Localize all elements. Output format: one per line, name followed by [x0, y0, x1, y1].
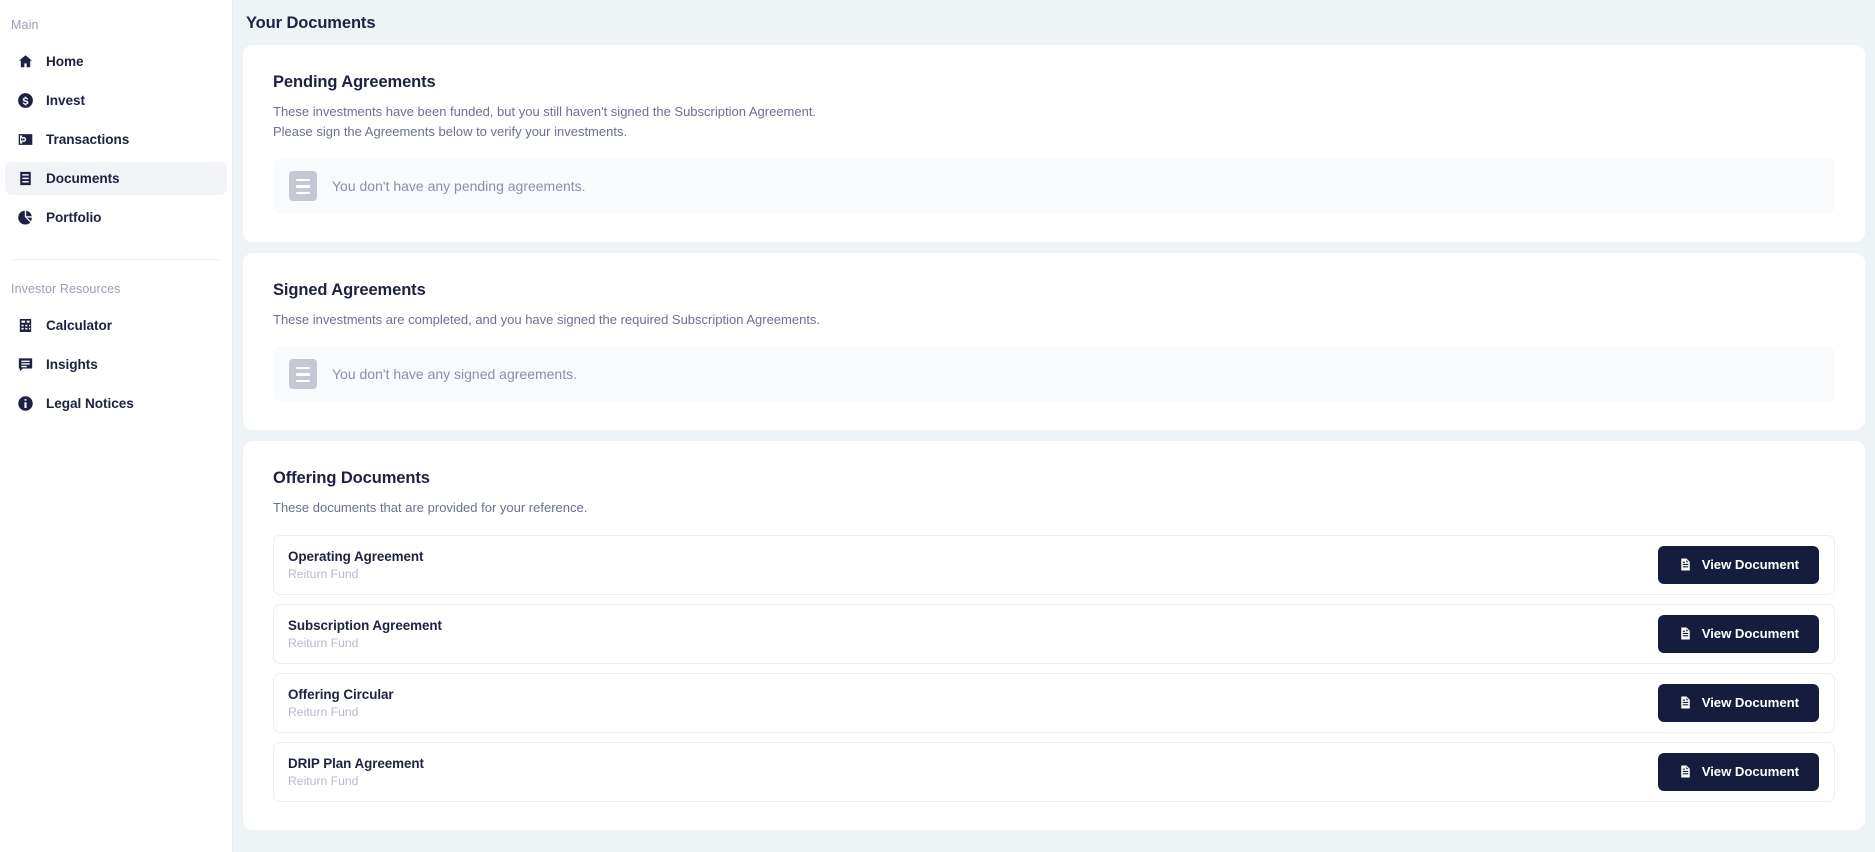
offering-documents-title: Offering Documents — [273, 469, 430, 488]
view-document-button-label: View Document — [1701, 557, 1799, 573]
home-icon — [17, 53, 34, 70]
document-row: Operating Agreement Reiturn Fund View Docu… — [273, 534, 1835, 595]
document-meta: DRIP Plan Agreement Reiturn Fund — [288, 756, 424, 788]
sidebar-item-label-transactions: Transactions — [46, 132, 130, 147]
document-name: DRIP Plan Agreement — [288, 755, 424, 771]
sidebar-item-portfolio[interactable]: Portfolio — [5, 201, 227, 234]
sidebar-item-home[interactable]: Home — [5, 45, 227, 78]
sidebar-item-documents[interactable]: Documents — [5, 162, 227, 195]
sidebar-item-label-calculator: Calculator — [46, 318, 112, 333]
document-name: Subscription Agreement — [288, 617, 442, 633]
transactions-icon — [17, 131, 34, 148]
sidebar-section-label-investor-resources: Investor Resources — [11, 282, 121, 296]
sidebar-section-label-main: Main — [11, 18, 39, 32]
sidebar-item-label-invest: Invest — [46, 93, 85, 108]
view-document-button[interactable]: View Document — [1657, 752, 1819, 791]
document-fund: Reiturn Fund — [288, 704, 359, 719]
sidebar-item-legal-notices[interactable]: Legal Notices — [5, 387, 227, 420]
offering-documents-list: Operating Agreement Reiturn Fund View Docu… — [273, 534, 1835, 802]
sidebar-item-label-insights: Insights — [46, 357, 98, 372]
document-fund: Reiturn Fund — [288, 566, 359, 581]
sidebar-item-label-home: Home — [46, 54, 84, 69]
document-meta: Offering Circular Reiturn Fund — [288, 687, 394, 719]
view-document-button-label: View Document — [1701, 764, 1799, 780]
documents-icon — [17, 170, 34, 187]
document-name: Operating Agreement — [288, 548, 424, 564]
document-row: DRIP Plan Agreement Reiturn Fund View Docu… — [273, 741, 1835, 802]
info-icon — [17, 395, 34, 412]
sidebar-item-label-portfolio: Portfolio — [46, 210, 102, 225]
pending-agreements-empty-text: You don't have any pending agreements. — [332, 178, 586, 195]
sidebar-item-invest[interactable]: Invest — [5, 84, 227, 117]
main-content: Your Documents Pending Agreements These … — [233, 0, 1875, 852]
view-document-button[interactable]: View Document — [1657, 545, 1819, 584]
calculator-icon — [17, 317, 34, 334]
document-meta: Subscription Agreement Reiturn Fund — [288, 618, 442, 650]
chat-icon — [17, 356, 34, 373]
sidebar: Main Home Invest Transactions Documents … — [0, 0, 233, 852]
signed-agreements-empty-text: You don't have any signed agreements. — [332, 366, 577, 383]
view-document-button[interactable]: View Document — [1657, 614, 1819, 653]
pending-agreements-description-line2: Please sign the Agreements below to veri… — [273, 124, 628, 140]
pending-agreements-title: Pending Agreements — [273, 73, 436, 91]
view-document-button-label: View Document — [1701, 695, 1799, 711]
pending-agreements-description-line1: These investments have been funded, but … — [273, 104, 817, 119]
sidebar-divider — [13, 259, 219, 260]
document-icon — [1680, 765, 1690, 778]
pending-agreements-empty-state: You don't have any pending agreements. — [273, 158, 1835, 215]
view-document-button-label: View Document — [1701, 626, 1799, 642]
offering-documents-card: Offering Documents These documents that … — [243, 441, 1865, 830]
sidebar-item-calculator[interactable]: Calculator — [5, 309, 227, 342]
document-fund: Reiturn Fund — [288, 773, 359, 788]
sidebar-item-transactions[interactable]: Transactions — [5, 123, 227, 156]
signed-agreements-empty-state: You don't have any signed agreements. — [273, 346, 1835, 403]
offering-documents-description-line1: These documents that are provided for yo… — [273, 500, 588, 516]
document-fund: Reiturn Fund — [288, 635, 359, 650]
page-title: Your Documents — [246, 14, 376, 32]
sidebar-nav-investor-resources: Calculator Insights Legal Notices — [0, 306, 232, 423]
view-document-button[interactable]: View Document — [1657, 683, 1819, 722]
sidebar-item-label-legal-notices: Legal Notices — [46, 396, 134, 411]
signed-agreements-title: Signed Agreements — [273, 281, 426, 300]
document-name: Offering Circular — [288, 686, 394, 702]
document-icon — [1680, 627, 1690, 640]
dollar-circle-icon — [17, 92, 34, 109]
sidebar-item-insights[interactable]: Insights — [5, 348, 227, 381]
sidebar-section-main: Main Home Invest Transactions Documents … — [0, 12, 232, 237]
sidebar-nav-main: Home Invest Transactions Documents Portf… — [0, 42, 232, 237]
document-icon — [1680, 558, 1690, 571]
sidebar-item-label-documents: Documents — [46, 171, 120, 186]
pending-agreements-card: Pending Agreements These investments hav… — [243, 45, 1865, 243]
sidebar-section-investor-resources: Investor Resources Calculator Insights L… — [0, 276, 232, 423]
document-icon — [1680, 696, 1690, 709]
document-row: Subscription Agreement Reiturn Fund View D… — [273, 603, 1835, 664]
pie-chart-icon — [17, 209, 34, 226]
signed-agreements-card: Signed Agreements These investments are … — [243, 253, 1865, 431]
signed-agreements-description-line1: These investments are completed, and you… — [273, 312, 821, 328]
document-lines-icon — [289, 171, 317, 202]
document-row: Offering Circular Reiturn Fund View Docume… — [273, 672, 1835, 733]
document-meta: Operating Agreement Reiturn Fund — [288, 548, 424, 581]
document-lines-icon — [289, 359, 317, 390]
